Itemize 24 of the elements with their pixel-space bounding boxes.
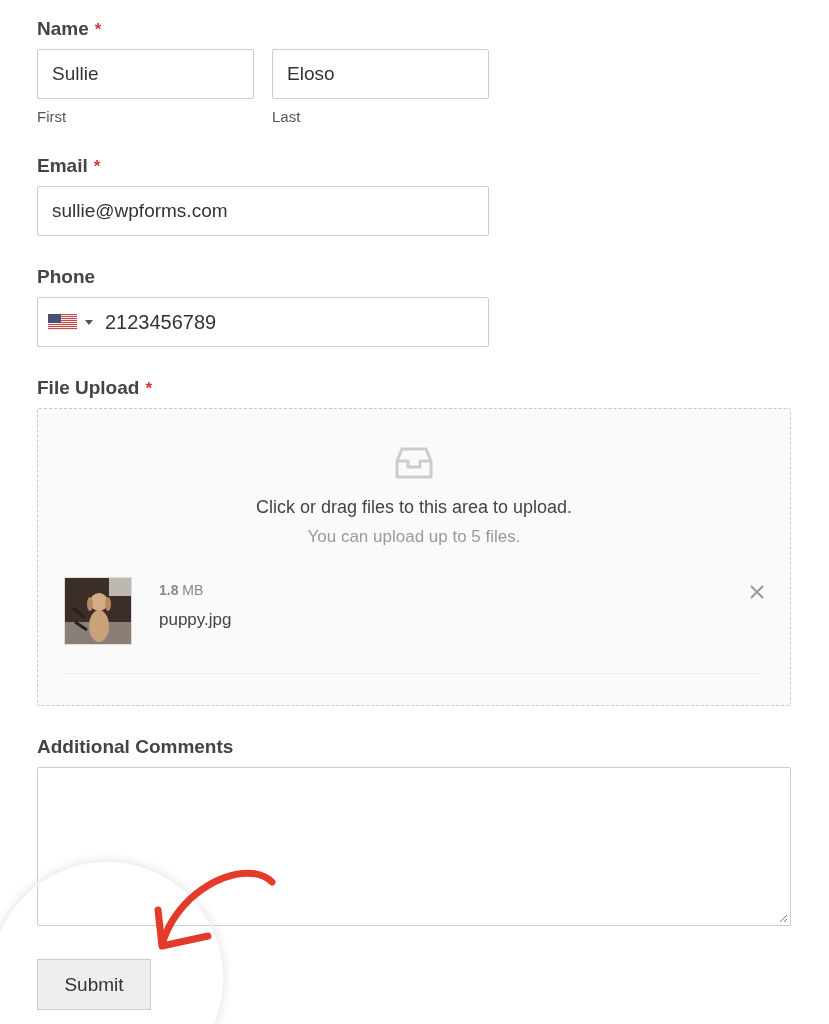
- upload-hint: You can upload up to 5 files.: [307, 527, 521, 547]
- caret-icon[interactable]: [85, 319, 93, 325]
- close-icon[interactable]: [750, 585, 764, 599]
- email-input[interactable]: sullie@wpforms.com: [37, 186, 489, 236]
- sublabel: Last: [272, 108, 302, 125]
- file-name: puppy.jpg: [159, 610, 233, 630]
- field-label: Email: [37, 155, 88, 177]
- sublabel: First: [37, 108, 68, 125]
- field-label: File Upload: [37, 377, 140, 399]
- text-input[interactable]: Eloso: [272, 49, 489, 99]
- field-label: Name: [37, 18, 89, 40]
- required-mark: *: [145, 379, 153, 399]
- required-mark: *: [93, 157, 101, 177]
- file-size: 1.8 MB: [159, 582, 205, 598]
- phone-input[interactable]: 2123456789: [37, 297, 489, 347]
- upload-prompt: Click or drag files to this area to upload.: [255, 497, 573, 518]
- submit-button[interactable]: Submit: [37, 959, 151, 1010]
- flag-icon[interactable]: [48, 314, 77, 330]
- text-input[interactable]: Sullie: [37, 49, 254, 99]
- upload-dropzone[interactable]: Click or drag files to this area to upload. You can upload up to 5 files. 1.8 MB puppy.jpg: [37, 408, 791, 706]
- field-label: Additional Comments: [37, 736, 234, 758]
- required-mark: *: [94, 20, 102, 40]
- resize-handle-icon[interactable]: [779, 914, 788, 923]
- field-label: Phone: [37, 266, 96, 288]
